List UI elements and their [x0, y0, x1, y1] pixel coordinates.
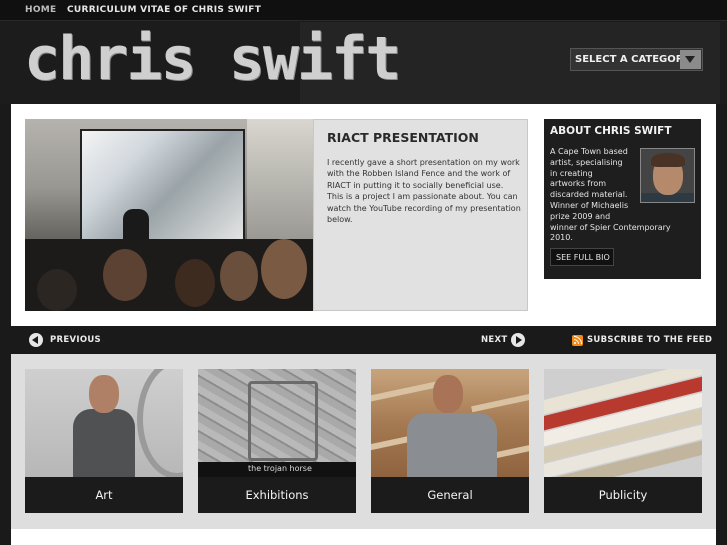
nav-cv-link[interactable]: CURRICULUM VITAE OF CHRIS SWIFT: [67, 5, 261, 15]
category-label-art[interactable]: Art: [25, 488, 183, 502]
featured-title[interactable]: RIACT PRESENTATION: [327, 130, 479, 145]
see-full-bio-button[interactable]: SEE FULL BIO: [550, 248, 614, 266]
category-select-label: SELECT A CATEGORY: [575, 54, 691, 65]
category-image-art[interactable]: [25, 369, 183, 477]
arrow-left-icon[interactable]: [29, 333, 43, 347]
featured-photo[interactable]: [25, 119, 313, 311]
rss-icon[interactable]: [572, 335, 583, 346]
category-grid: Art the trojan horse Exhibitions General…: [11, 354, 716, 529]
category-card-publicity[interactable]: Publicity: [544, 369, 702, 513]
site-logo[interactable]: chris swift: [24, 28, 401, 90]
category-label-exhibitions[interactable]: Exhibitions: [198, 488, 356, 502]
projection-screen: [80, 129, 245, 247]
subscribe-feed-link[interactable]: SUBSCRIBE TO THE FEED: [587, 335, 712, 345]
previous-link[interactable]: PREVIOUS: [50, 335, 101, 345]
content-area-bottom: [11, 529, 716, 545]
category-image-publicity[interactable]: [544, 369, 702, 477]
post-pager: PREVIOUS NEXT SUBSCRIBE TO THE FEED: [0, 326, 727, 354]
featured-text-box: RIACT PRESENTATION I recently gave a sho…: [313, 119, 528, 311]
next-link[interactable]: NEXT: [481, 335, 507, 345]
about-title: ABOUT CHRIS SWIFT: [550, 125, 672, 137]
dropdown-arrow-icon[interactable]: [680, 50, 701, 69]
arrow-right-icon[interactable]: [511, 333, 525, 347]
featured-post: RIACT PRESENTATION I recently gave a sho…: [11, 104, 716, 326]
featured-excerpt: I recently gave a short presentation on …: [327, 158, 521, 225]
about-box: ABOUT CHRIS SWIFT A Cape Town based arti…: [544, 119, 701, 279]
site-header: chris swift SELECT A CATEGORY: [0, 22, 727, 104]
top-navigation: HOME CURRICULUM VITAE OF CHRIS SWIFT: [0, 0, 727, 21]
category-card-exhibitions[interactable]: the trojan horse Exhibitions: [198, 369, 356, 513]
artist-portrait: [640, 148, 695, 203]
category-label-general[interactable]: General: [371, 488, 529, 502]
image-caption: the trojan horse: [248, 464, 312, 473]
category-card-general[interactable]: General: [371, 369, 529, 513]
category-label-publicity[interactable]: Publicity: [544, 488, 702, 502]
category-image-exhibitions[interactable]: the trojan horse: [198, 369, 356, 477]
category-card-art[interactable]: Art: [25, 369, 183, 513]
nav-home-link[interactable]: HOME: [25, 5, 57, 15]
category-select[interactable]: SELECT A CATEGORY: [570, 48, 703, 71]
category-image-general[interactable]: [371, 369, 529, 477]
